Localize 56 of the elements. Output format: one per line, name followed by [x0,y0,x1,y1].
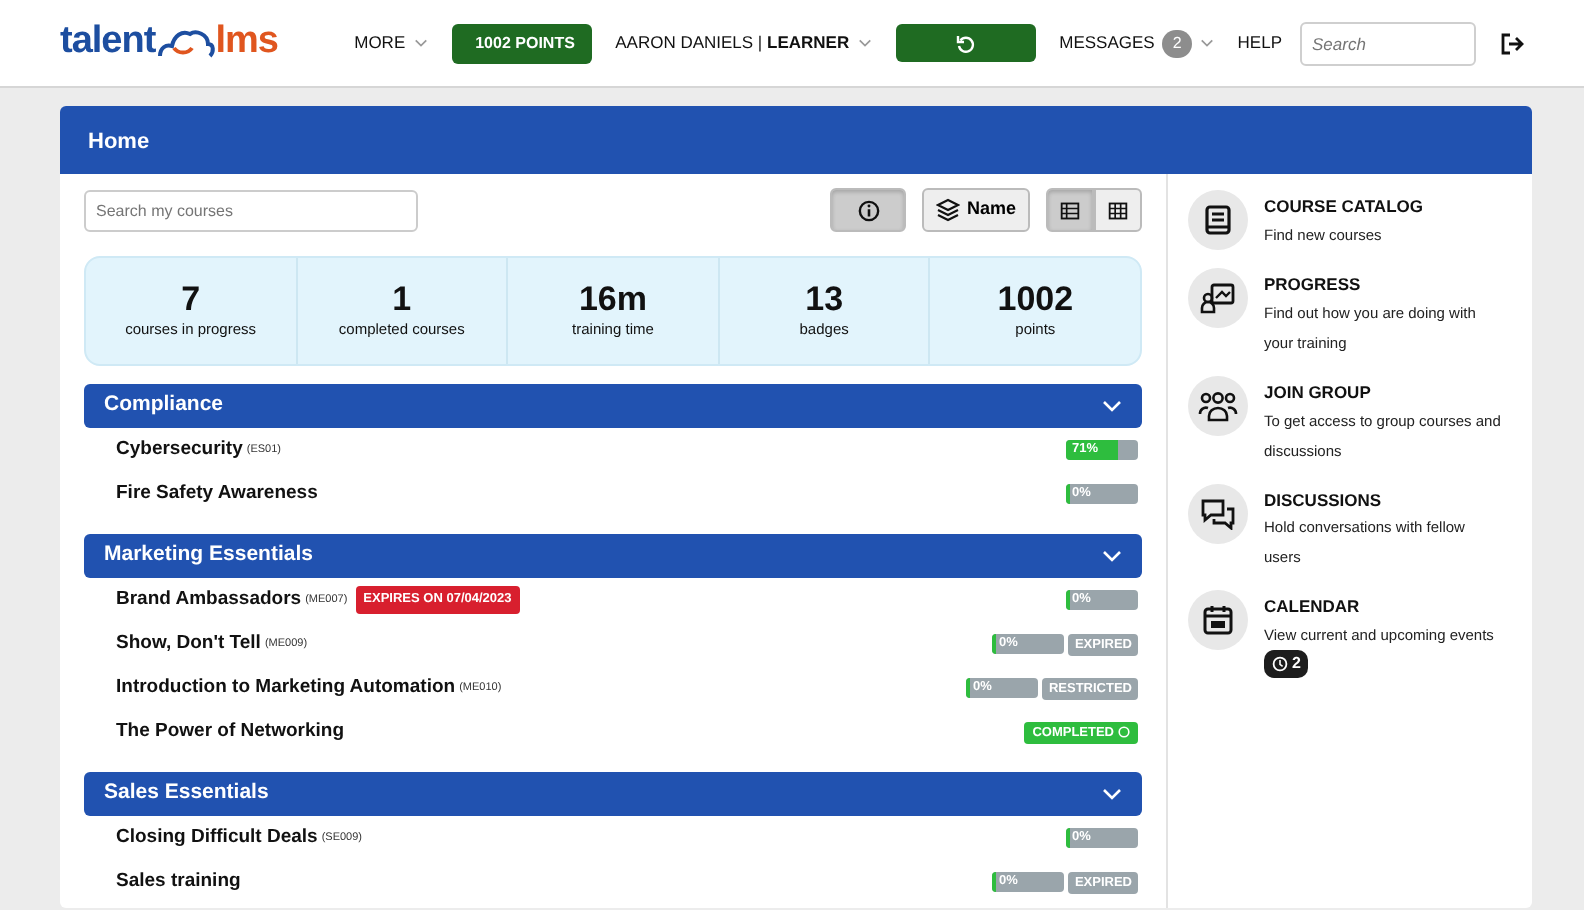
presentation-icon[interactable] [1188,268,1248,328]
category-header[interactable]: Sales Essentials [84,772,1142,816]
people-icon[interactable] [1188,375,1248,436]
info-icon [857,199,880,221]
calendar-icon[interactable] [1188,590,1248,651]
category-header[interactable]: Compliance [84,384,1142,428]
course-search-field[interactable]: Search my courses [84,189,418,231]
more-menu[interactable]: MORE [354,30,406,56]
sort-button[interactable]: Name [922,188,1030,232]
stat-value: 13 [805,281,844,319]
resume-button[interactable] [895,24,1036,62]
page-title: Home [60,106,1532,174]
sidebar-link[interactable]: PROGRESS [1264,272,1504,298]
view-toggle[interactable] [1046,188,1094,232]
logout-icon[interactable] [1500,31,1524,55]
course-title[interactable]: Introduction to Marketing Automation [116,673,456,703]
caret-icon [857,38,872,48]
message-count: 2 [1162,29,1192,57]
sidebar-link[interactable]: CALENDAR [1264,594,1494,620]
info-button[interactable] [830,188,907,232]
sidebar-link[interactable]: COURSE CATALOG [1264,194,1423,220]
user-menu[interactable]: AARON DANIELS | LEARNER [615,30,850,56]
course-title[interactable]: Sales training [116,867,241,897]
course-title[interactable]: Cybersecurity [116,435,243,465]
category-header[interactable]: Marketing Essentials [84,534,1142,578]
stat-value: 16m [578,281,647,319]
search-field[interactable]: Search [1300,21,1476,65]
messages-menu[interactable]: MESSAGES [1059,30,1155,56]
cloud-icon [155,25,216,61]
chevron-icon [1102,400,1122,412]
course-title[interactable]: Brand Ambassadors [116,585,302,615]
chevron-icon [1102,788,1122,800]
stat-value: 1 [392,281,412,319]
sidebar-link[interactable]: DISCUSSIONS [1264,487,1504,513]
course-title[interactable]: The Power of Networking [116,717,345,747]
list-view-icon [1060,199,1080,221]
stat-value: 7 [181,281,201,319]
course-title[interactable]: Closing Difficult Deals [116,823,318,853]
caret-icon [1199,38,1214,48]
caret-icon [413,38,428,48]
chat-icon[interactable] [1188,483,1248,543]
book-icon[interactable] [1188,190,1248,250]
layers-icon [936,198,961,222]
sidebar-link[interactable]: JOIN GROUP [1264,379,1504,405]
logo-text[interactable]: lms [215,14,278,72]
course-title[interactable]: Fire Safety Awareness [116,479,318,509]
undo-icon [955,33,976,53]
event-count-badge: 2 [1264,650,1309,678]
view-toggle[interactable] [1094,188,1142,232]
chevron-icon [1102,550,1122,562]
logo-text[interactable]: talent [60,14,156,72]
grid-view-icon [1108,199,1128,221]
help-link[interactable]: HELP [1237,30,1282,56]
stat-value: 1002 [997,281,1074,319]
course-title[interactable]: Show, Don't Tell [116,629,261,659]
points-button[interactable]: 1002 POINTS [451,23,592,63]
